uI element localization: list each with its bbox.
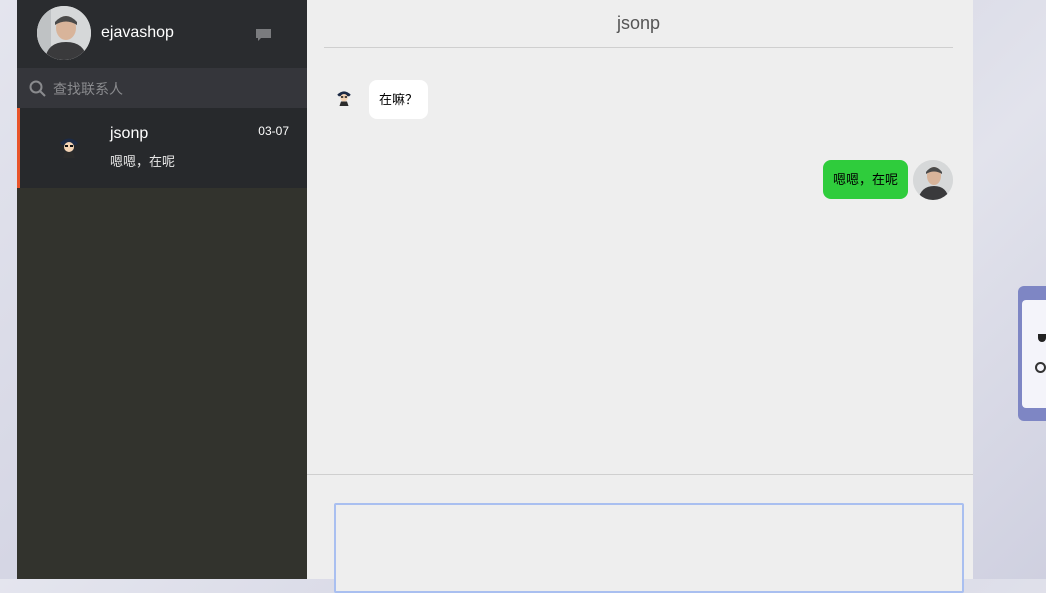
contact-last-message: 嗯嗯，在呢 (110, 154, 176, 169)
user-avatar (913, 160, 953, 200)
floating-widget[interactable] (1018, 286, 1046, 421)
composer-divider (307, 474, 973, 475)
chat-app: ejavashop 查找联系人 jsonp 嗯嗯，在呢 03-07 jsonp … (17, 0, 973, 593)
search-icon (29, 80, 46, 97)
sidebar: ejavashop 查找联系人 jsonp 嗯嗯，在呢 03-07 (17, 0, 307, 579)
contact-search (17, 68, 307, 108)
message-received: 在嘛？ (335, 80, 429, 119)
search-input[interactable] (51, 76, 295, 102)
contact-item[interactable]: jsonp 嗯嗯，在呢 03-07 (17, 108, 307, 188)
user-avatar[interactable] (37, 6, 91, 60)
widget-dot (1035, 362, 1046, 373)
message-input[interactable] (334, 503, 964, 593)
chat-header: jsonp (324, 0, 953, 48)
widget-mark (1038, 334, 1046, 342)
contact-date: 03-07 (258, 124, 289, 138)
contact-avatar (335, 88, 353, 106)
widget-screen (1022, 300, 1046, 408)
chat-bubble-icon[interactable] (255, 28, 272, 42)
user-profile: ejavashop (17, 0, 307, 68)
message-bubble: 嗯嗯，在呢 (822, 160, 908, 199)
chat-title: jsonp (616, 13, 661, 33)
message-bubble: 在嘛？ (369, 80, 429, 119)
user-name: ejavashop (101, 24, 174, 41)
chat-panel: jsonp 在嘛？ 嗯嗯，在呢 (307, 0, 973, 593)
message-sent: 嗯嗯，在呢 (822, 160, 953, 200)
contact-avatar (57, 134, 81, 158)
contact-name: jsonp (110, 125, 149, 142)
